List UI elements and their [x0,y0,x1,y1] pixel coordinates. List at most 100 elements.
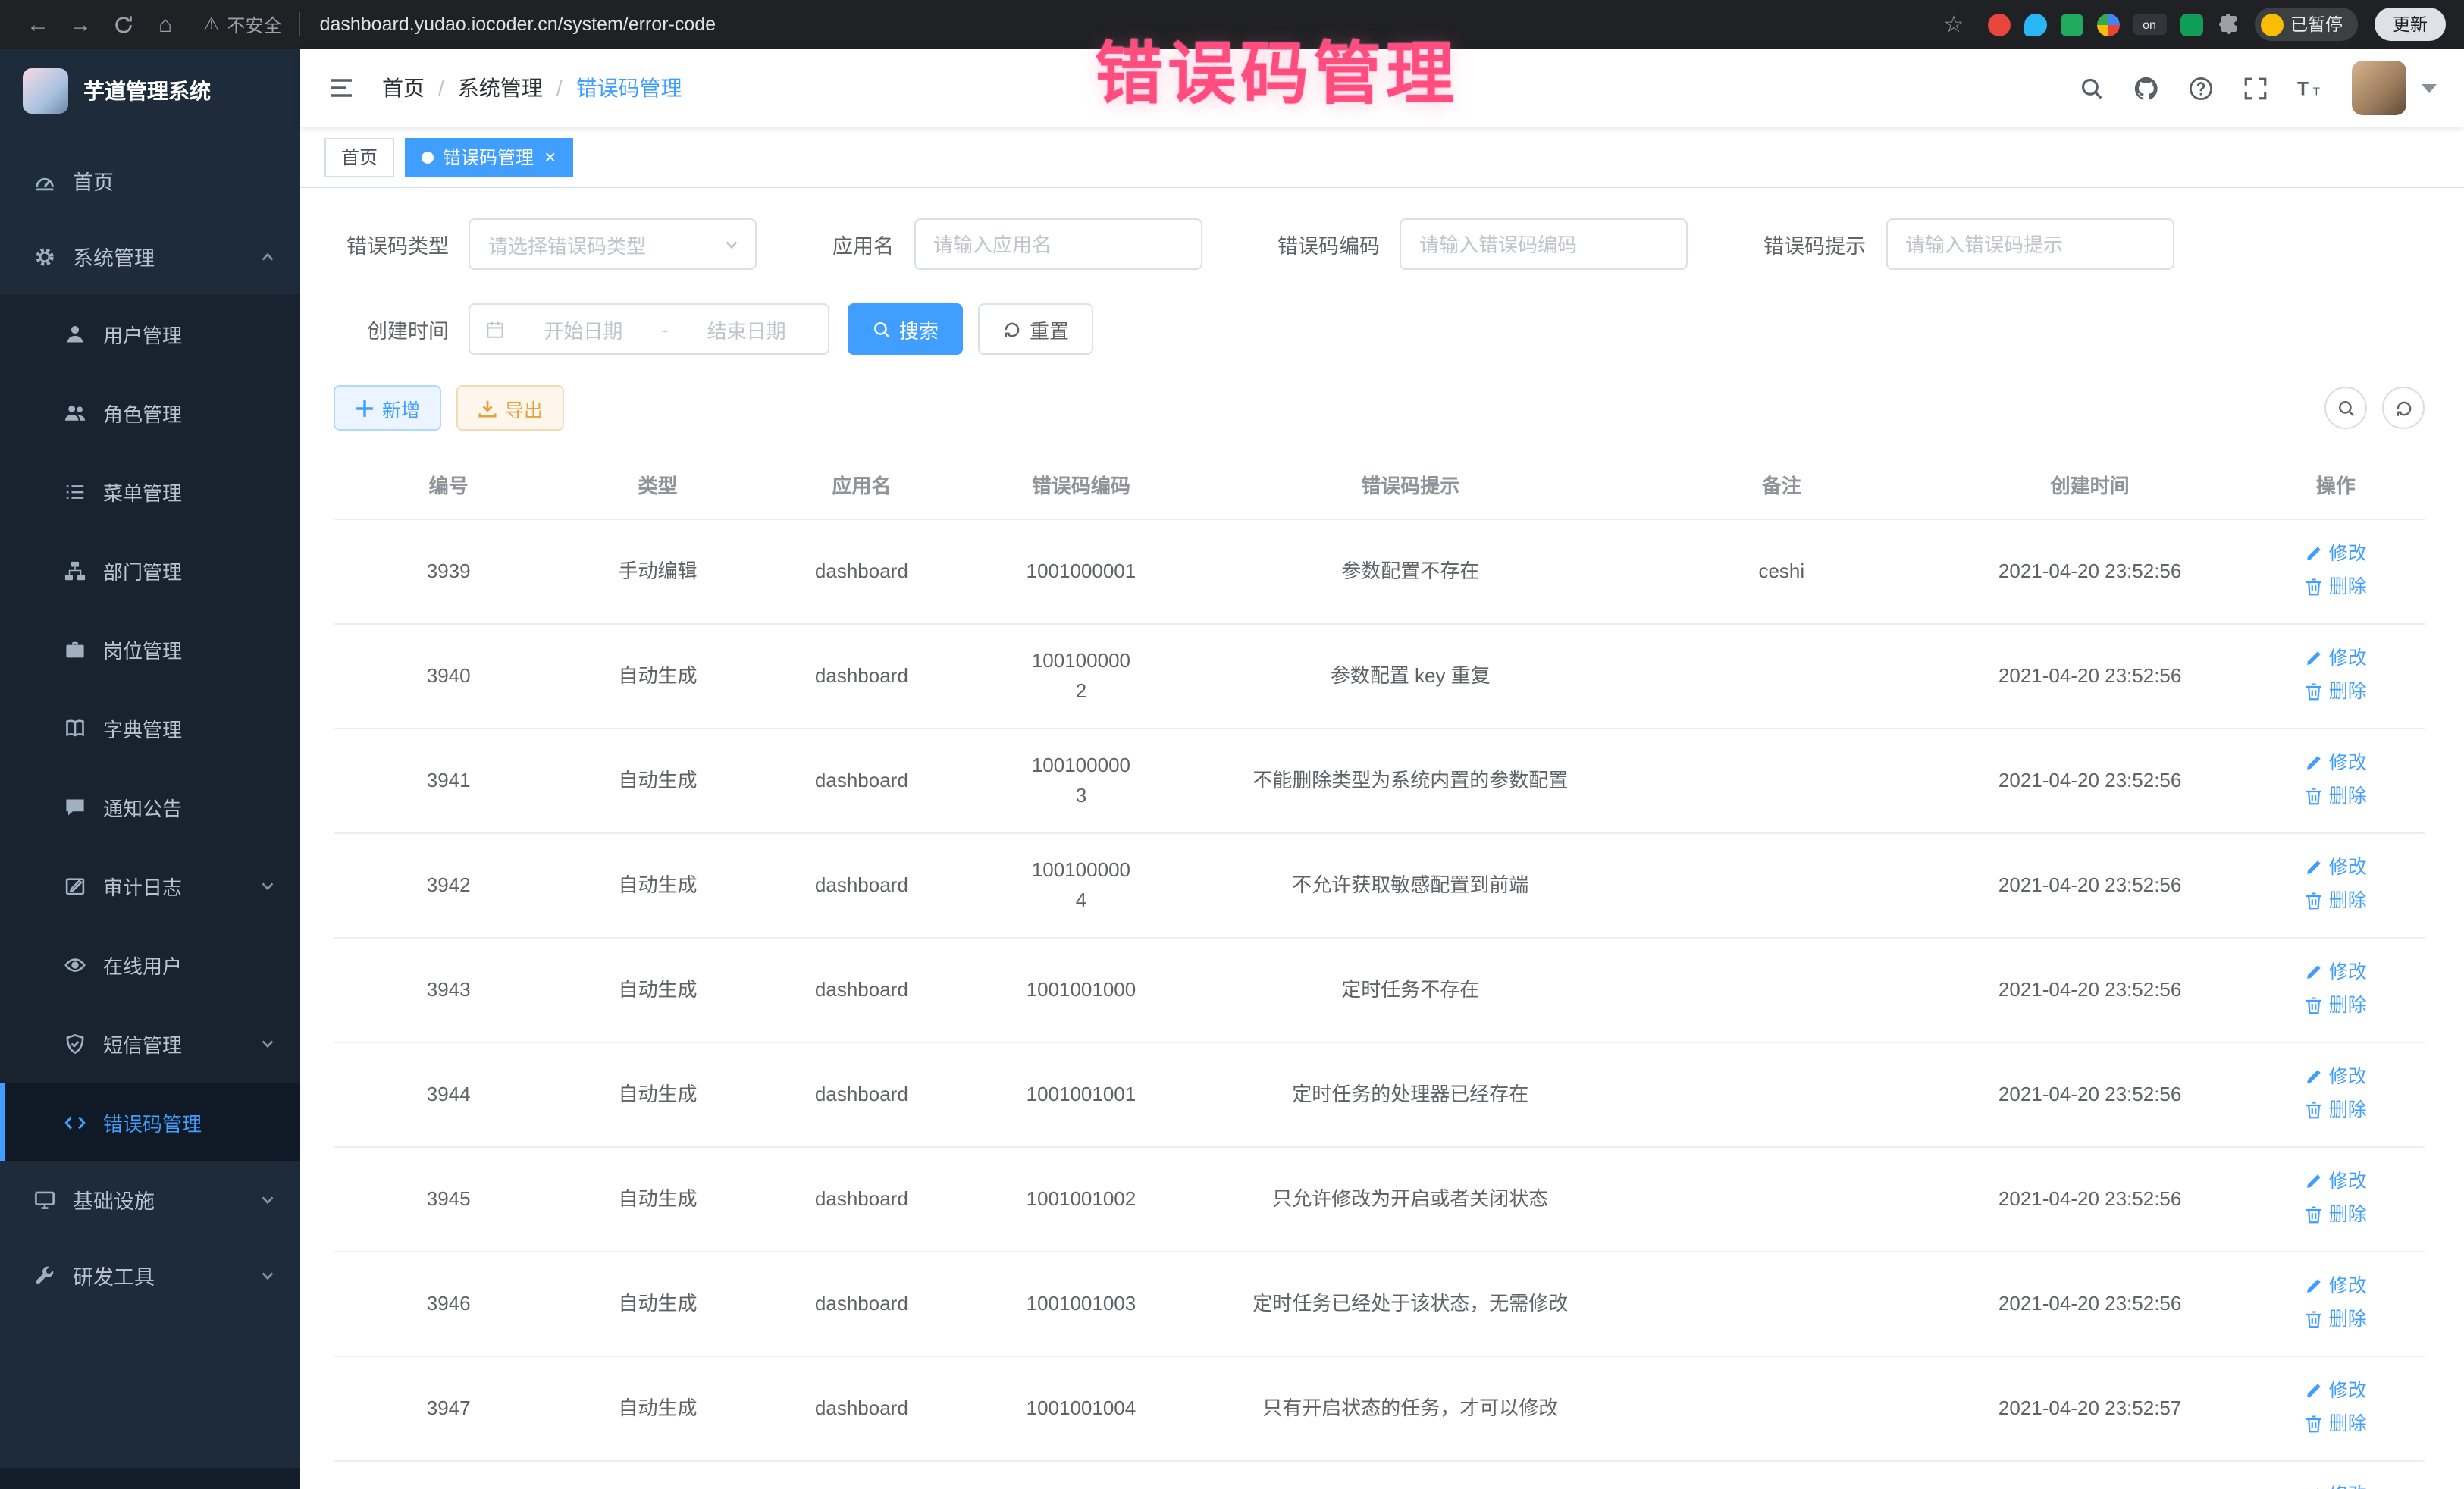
browser-chrome: ← → ⌂ ⚠ 不安全 dashboard.yudao.iocoder.cn/s… [0,0,2464,49]
wrench-icon [33,1264,56,1287]
shield-icon [64,1032,86,1055]
svg-text:T: T [2297,79,2309,99]
edit-link[interactable]: 修改 [2305,538,2367,568]
cell-app: dashboard [752,1356,972,1460]
search-button[interactable]: 搜索 [848,303,963,355]
sidebar-item-系统管理[interactable]: 系统管理 [0,218,300,294]
cell-id: 3947 [334,1356,563,1460]
sidebar-item-字典管理[interactable]: 字典管理 [0,688,300,767]
cell-hint: 定时任务的处理器已经存在 [1191,1042,1630,1146]
sidebar-item-首页[interactable]: 首页 [0,143,300,218]
logo[interactable]: 芋道管理系统 [0,49,300,133]
search-icon[interactable] [2079,75,2105,101]
error-code-input[interactable] [1400,218,1688,270]
edit-link[interactable]: 修改 [2305,1270,2367,1300]
reset-button[interactable]: 重置 [978,303,1093,355]
delete-link[interactable]: 删除 [2305,571,2367,601]
delete-link[interactable]: 删除 [2305,780,2367,810]
trash-icon [2305,786,2323,804]
date-range-input[interactable]: 开始日期 - 结束日期 [469,303,829,355]
delete-link[interactable]: 删除 [2305,1408,2367,1438]
error-type-select[interactable]: 请选择错误码类型 [469,218,757,270]
extension-icon-green[interactable] [2180,13,2202,36]
reload-icon[interactable] [103,5,143,44]
sidebar-item-岗位管理[interactable]: 岗位管理 [0,610,300,688]
delete-link[interactable]: 删除 [2305,1303,2367,1334]
sidebar-item-研发工具[interactable]: 研发工具 [0,1237,300,1313]
hamburger-icon[interactable] [328,74,355,102]
filter-app-name: 应用名 [832,218,1202,270]
tab-首页[interactable]: 首页 [324,137,394,177]
delete-link[interactable]: 删除 [2305,1199,2367,1229]
sidebar-item-错误码管理[interactable]: 错误码管理 [0,1083,300,1161]
extension-icon-drop[interactable] [2024,13,2046,36]
edit-label: 修改 [2329,1479,2367,1489]
sidebar-item-角色管理[interactable]: 角色管理 [0,373,300,452]
bookmark-star-icon[interactable]: ☆ [1934,5,1973,44]
breadcrumb-item[interactable]: 系统管理 [458,73,543,103]
sidebar-item-用户管理[interactable]: 用户管理 [0,294,300,373]
forward-icon[interactable]: → [61,5,100,44]
sidebar-item-部门管理[interactable]: 部门管理 [0,531,300,610]
app-name-input[interactable] [914,218,1202,270]
refresh-icon [1002,319,1022,339]
edit-link[interactable]: 修改 [2305,956,2367,986]
github-icon[interactable] [2133,75,2159,101]
export-button[interactable]: 导出 [456,385,564,431]
extensions-puzzle-icon[interactable] [2216,12,2240,36]
chevron-down-icon [259,1035,276,1052]
edit-link[interactable]: 修改 [2305,747,2367,777]
sidebar-item-短信管理[interactable]: 短信管理 [0,1004,300,1083]
security-warning[interactable]: ⚠ 不安全 [203,11,282,37]
extension-icon-colorful[interactable] [2096,13,2119,36]
cell-code: 1001001003 [971,1251,1191,1356]
sidebar-item-菜单管理[interactable]: 菜单管理 [0,452,300,531]
fullscreen-icon[interactable] [2243,75,2268,101]
edit-link[interactable]: 修改 [2305,851,2367,882]
caret-down-icon[interactable] [2422,83,2437,93]
back-icon[interactable]: ← [18,5,58,44]
delete-link[interactable]: 删除 [2305,1094,2367,1124]
column-header: 操作 [2246,452,2425,519]
update-button[interactable]: 更新 [2375,8,2446,41]
error-code-table: 编号类型应用名错误码编码错误码提示备注创建时间操作 3939手动编辑dashbo… [334,452,2425,1489]
sidebar-item-在线用户[interactable]: 在线用户 [0,925,300,1004]
refresh-table-button[interactable] [2382,387,2425,429]
sidebar-collapse-bar[interactable] [0,1468,300,1489]
edit-link[interactable]: 修改 [2305,1479,2367,1489]
extension-icon-green-check[interactable] [2060,13,2083,36]
close-icon[interactable]: × [544,147,556,167]
toggle-search-button[interactable] [2324,387,2367,429]
breadcrumb-item[interactable]: 首页 [382,73,425,103]
extension-icon-red[interactable] [1987,13,2010,36]
paused-badge[interactable]: 已暂停 [2254,8,2358,41]
cell-time: 2021-04-20 23:52:56 [1933,623,2247,728]
tab-错误码管理[interactable]: 错误码管理× [405,137,572,177]
extension-icon-on-badge[interactable]: on [2133,14,2166,35]
edit-link[interactable]: 修改 [2305,1165,2367,1196]
user-avatar[interactable] [2352,61,2406,115]
error-type-label: 错误码类型 [334,229,449,259]
delete-label: 删除 [2329,1094,2367,1124]
delete-link[interactable]: 删除 [2305,676,2367,706]
add-button[interactable]: 新增 [334,385,441,431]
sidebar-item-审计日志[interactable]: 审计日志 [0,846,300,925]
browser-home-icon[interactable]: ⌂ [146,5,185,44]
address-url[interactable]: dashboard.yudao.iocoder.cn/system/error-… [320,14,716,35]
edit-link[interactable]: 修改 [2305,1375,2367,1405]
sidebar-item-通知公告[interactable]: 通知公告 [0,767,300,846]
sidebar-item-基础设施[interactable]: 基础设施 [0,1161,300,1237]
error-hint-input[interactable] [1886,218,2174,270]
chevron-down-icon [259,1191,276,1208]
delete-link[interactable]: 删除 [2305,989,2367,1020]
sidebar-item-label: 基础设施 [73,1184,155,1215]
delete-link[interactable]: 删除 [2305,885,2367,915]
edit-link[interactable]: 修改 [2305,1061,2367,1091]
help-icon[interactable] [2188,75,2214,101]
font-size-icon[interactable]: TT [2297,75,2323,101]
download-icon [478,398,497,418]
edit-link[interactable]: 修改 [2305,642,2367,672]
pencil-icon [2305,1171,2323,1190]
breadcrumb-separator: / [438,76,444,100]
pencil-icon [2305,1276,2323,1294]
